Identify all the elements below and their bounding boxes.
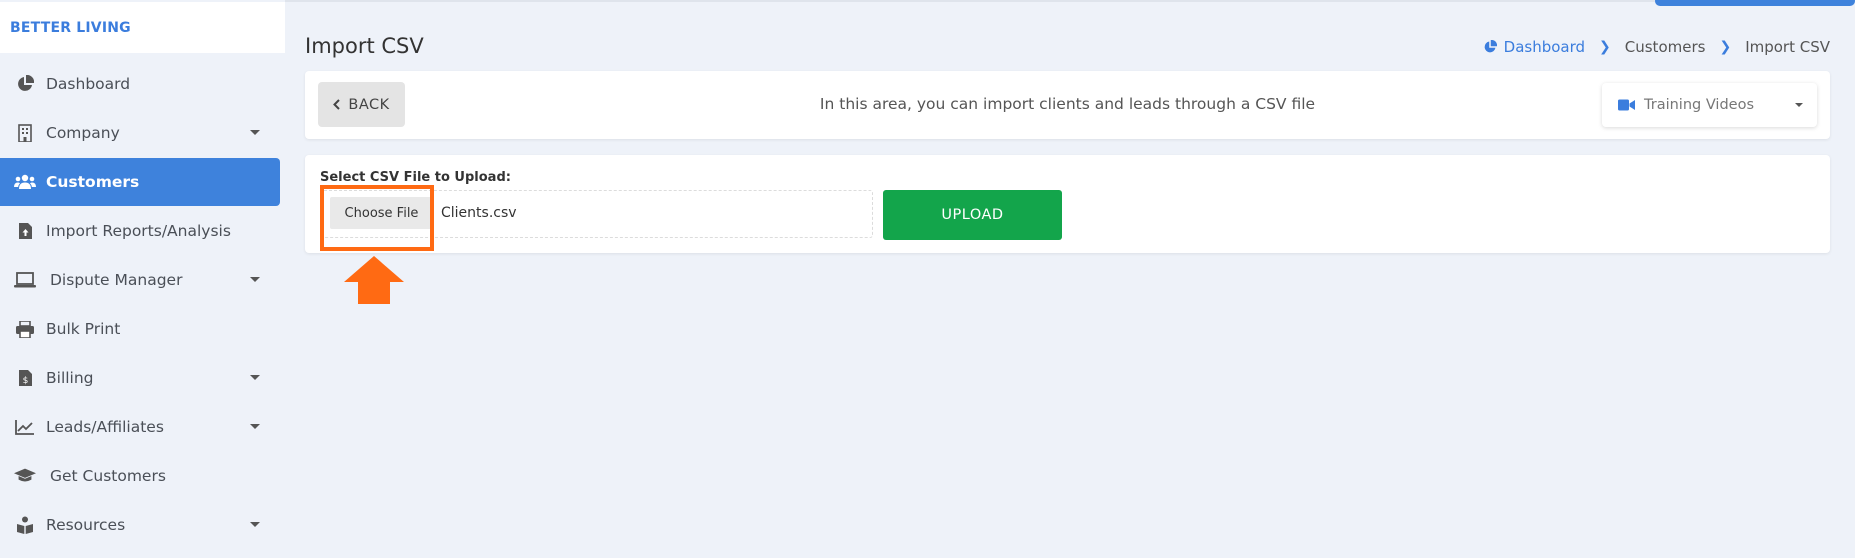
chevron-left-icon — [333, 99, 341, 110]
pie-chart-icon — [1483, 40, 1497, 54]
breadcrumb-dashboard[interactable]: Dashboard — [1483, 38, 1585, 56]
chevron-down-icon — [250, 277, 260, 282]
file-upload-icon — [14, 220, 36, 242]
sidebar: BETTER LIVING Dashboard Company Customer… — [0, 0, 285, 558]
chevron-right-icon: ❯ — [1599, 39, 1611, 55]
sidebar-item-resources[interactable]: Resources — [0, 501, 280, 549]
chevron-down-icon — [250, 130, 260, 135]
sidebar-item-label: Leads/Affiliates — [46, 418, 164, 436]
sidebar-item-label: Dashboard — [46, 75, 131, 93]
upload-button[interactable]: UPLOAD — [883, 190, 1062, 240]
pie-chart-icon — [14, 73, 36, 95]
user-menu-button[interactable] — [1655, 0, 1855, 6]
sidebar-item-leads-affiliates[interactable]: Leads/Affiliates — [0, 403, 280, 451]
page-title: Import CSV — [305, 34, 424, 58]
sidebar-item-customers[interactable]: Customers — [0, 158, 280, 206]
sidebar-item-label: Billing — [46, 369, 94, 387]
chevron-down-icon — [1795, 103, 1803, 107]
chevron-down-icon — [250, 375, 260, 380]
svg-text:$: $ — [22, 376, 28, 386]
laptop-icon — [14, 269, 36, 291]
breadcrumb-label: Dashboard — [1503, 38, 1586, 56]
sidebar-item-get-customers[interactable]: Get Customers — [0, 452, 280, 500]
sidebar-item-label: Bulk Print — [46, 320, 121, 338]
book-reader-icon — [14, 514, 36, 536]
choose-file-button[interactable]: Choose File — [330, 197, 433, 229]
printer-icon — [14, 318, 36, 340]
upload-card: Select CSV File to Upload: Choose File C… — [305, 155, 1830, 253]
sidebar-item-import-reports[interactable]: Import Reports/Analysis — [0, 207, 280, 255]
sidebar-item-label: Dispute Manager — [50, 271, 183, 289]
upload-label: Select CSV File to Upload: — [320, 170, 511, 185]
sidebar-item-dispute-manager[interactable]: Dispute Manager — [0, 256, 280, 304]
sidebar-item-label: Resources — [46, 516, 126, 534]
training-videos-label: Training Videos — [1644, 97, 1755, 113]
sidebar-item-billing[interactable]: $ Billing — [0, 354, 280, 402]
toolbar-card: BACK In this area, you can import client… — [305, 71, 1830, 139]
chevron-down-icon — [250, 424, 260, 429]
sidebar-item-label: Get Customers — [50, 467, 166, 485]
chevron-down-icon — [250, 522, 260, 527]
sidebar-item-label: Customers — [46, 173, 140, 191]
video-camera-icon — [1618, 99, 1635, 111]
line-chart-icon — [14, 416, 36, 438]
building-icon — [14, 122, 36, 144]
breadcrumb-customers[interactable]: Customers — [1625, 38, 1706, 56]
invoice-icon: $ — [14, 367, 36, 389]
sidebar-item-company[interactable]: Company — [0, 109, 280, 157]
selected-file-name: Clients.csv — [441, 205, 517, 221]
users-icon — [14, 171, 36, 193]
graduation-cap-icon — [14, 465, 36, 487]
breadcrumb: Dashboard ❯ Customers ❯ Import CSV — [1483, 38, 1830, 56]
sidebar-item-label: Company — [46, 124, 120, 142]
brand-logo[interactable]: BETTER LIVING — [0, 2, 285, 53]
sidebar-item-bulk-print[interactable]: Bulk Print — [0, 305, 280, 353]
sidebar-item-label: Import Reports/Analysis — [46, 222, 231, 240]
training-videos-dropdown[interactable]: Training Videos — [1602, 83, 1817, 127]
chevron-right-icon: ❯ — [1719, 39, 1732, 55]
back-button[interactable]: BACK — [318, 82, 405, 127]
arrow-up-icon — [344, 256, 404, 304]
breadcrumb-current: Import CSV — [1745, 38, 1830, 56]
back-button-label: BACK — [348, 96, 390, 113]
sidebar-nav: Dashboard Company Customers Import Repor… — [0, 60, 285, 550]
sidebar-item-dashboard[interactable]: Dashboard — [0, 60, 280, 108]
